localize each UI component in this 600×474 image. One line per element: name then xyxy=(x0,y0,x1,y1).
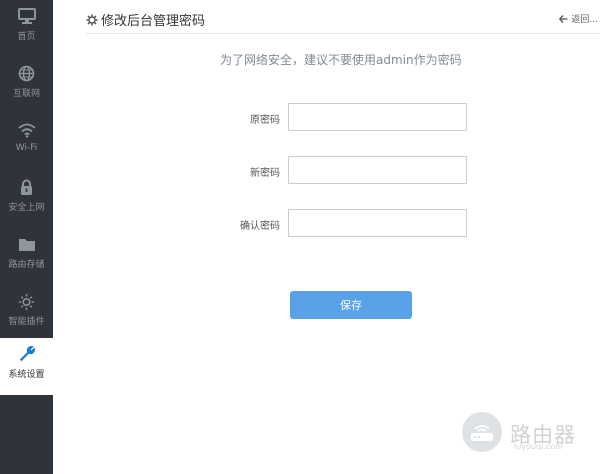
sidebar-item-security[interactable]: 安全上网 xyxy=(0,171,53,228)
sun-icon xyxy=(18,290,35,312)
confirm-password-label: 确认密码 xyxy=(240,221,280,232)
folder-icon xyxy=(18,233,36,255)
wrench-icon xyxy=(18,343,36,365)
router-logo-icon xyxy=(460,410,504,458)
sidebar-item-label: 路由存储 xyxy=(8,260,45,270)
sidebar-item-label: 首页 xyxy=(17,32,36,42)
old-password-row: 原密码 xyxy=(200,103,480,133)
confirm-password-row: 确认密码 xyxy=(200,209,480,239)
monitor-icon xyxy=(17,5,36,27)
arrow-left-icon xyxy=(559,14,568,23)
sidebar-item-label: Wi-Fi xyxy=(15,143,38,153)
sidebar-item-system-settings[interactable]: 系统设置 xyxy=(0,338,53,395)
sidebar-item-home[interactable]: 首页 xyxy=(0,0,53,57)
lock-icon xyxy=(20,176,33,198)
sidebar-item-label: 智能插件 xyxy=(8,317,45,327)
sidebar-item-label: 系统设置 xyxy=(8,370,45,380)
back-link-label: 返回... xyxy=(571,15,598,25)
page-title: 修改后台管理密码 xyxy=(86,10,205,29)
save-button[interactable]: 保存 xyxy=(290,291,412,319)
confirm-password-input[interactable] xyxy=(288,209,467,237)
sidebar-item-wifi[interactable]: Wi-Fi xyxy=(0,114,53,171)
watermark: 路由器 luyouqi.com xyxy=(460,411,595,456)
page-title-text: 修改后台管理密码 xyxy=(101,14,206,29)
old-password-input[interactable] xyxy=(288,103,467,131)
new-password-label: 新密码 xyxy=(250,168,280,179)
globe-icon xyxy=(18,62,35,84)
page-header: 修改后台管理密码 返回... xyxy=(86,0,600,34)
sidebar-item-storage[interactable]: 路由存储 xyxy=(0,228,53,285)
sidebar-item-label: 安全上网 xyxy=(8,203,45,213)
sidebar-item-label: 互联网 xyxy=(12,89,40,99)
new-password-row: 新密码 xyxy=(200,156,480,186)
back-link[interactable]: 返回... xyxy=(559,12,598,25)
wifi-icon xyxy=(17,119,36,141)
gear-icon xyxy=(86,14,98,26)
security-notice: 为了网络安全，建议不要使用admin作为密码 xyxy=(220,53,462,67)
sidebar-item-plugins[interactable]: 智能插件 xyxy=(0,285,53,342)
sidebar-item-internet[interactable]: 互联网 xyxy=(0,57,53,114)
watermark-subtext: luyouqi.com xyxy=(514,442,563,451)
new-password-input[interactable] xyxy=(288,156,467,184)
old-password-label: 原密码 xyxy=(250,115,280,126)
sidebar: 首页 互联网 Wi-Fi 安全上网 路由存储 智能插件 系统设置 xyxy=(0,0,53,474)
